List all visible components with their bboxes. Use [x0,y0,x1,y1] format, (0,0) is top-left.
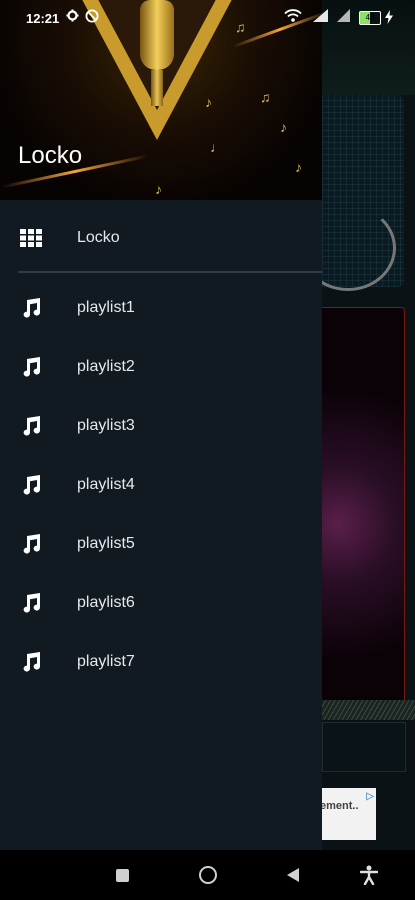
navigation-drawer: ♪ ♫ ♪ ♫ ♪ ♪ ♩ Locko Locko playlist1 play… [0,0,322,850]
accessibility-button[interactable] [358,864,380,886]
menu-item-locko[interactable]: Locko [0,208,322,267]
music-note-icon [20,356,42,378]
music-note-icon [20,297,42,319]
battery-level: 48 [365,13,375,22]
music-note-art: ♪ [155,181,162,197]
circle-icon [199,866,217,884]
back-triangle-icon [287,868,299,882]
music-note-icon [20,592,42,614]
music-note-icon [20,415,42,437]
background-box [322,722,406,772]
music-note-art: ♪ [295,159,302,175]
signal-icon [311,9,329,25]
menu-item-label: playlist3 [77,416,135,434]
menu-item-label: playlist1 [77,298,135,316]
menu-item-playlist6[interactable]: playlist6 [0,573,322,632]
charging-icon [385,10,393,27]
signal-icon [335,9,351,25]
drawer-divider [18,271,322,273]
music-note-icon [20,474,42,496]
recents-button[interactable] [111,864,133,886]
menu-item-playlist2[interactable]: playlist2 [0,337,322,396]
square-icon [115,868,129,882]
back-button[interactable] [282,864,304,886]
status-time: 12:21 [26,11,60,26]
menu-item-playlist7[interactable]: playlist7 [0,632,322,691]
music-note-art: ♪ [205,94,212,110]
drawer-title: Locko [18,142,83,169]
music-note-icon [20,533,42,555]
music-note-art: ♪ [280,119,287,135]
menu-item-label: playlist4 [77,475,135,493]
music-note-art: ♫ [260,89,271,105]
home-button[interactable] [197,864,219,886]
status-bar: 12:21 48 [0,0,415,36]
battery-icon: 48 [359,11,381,25]
accessibility-icon [360,865,378,885]
menu-item-label: Locko [77,228,120,246]
gear-icon [66,9,79,25]
grid-icon [20,227,42,249]
menu-item-label: playlist2 [77,357,135,375]
music-note-art: ♩ [210,139,224,155]
system-navigation-bar [0,850,415,900]
background-panel [322,307,405,702]
ad-choices-icon[interactable]: ▷ [362,792,374,802]
microphone-stem-art [151,70,163,106]
background-strip [322,700,415,720]
menu-item-playlist1[interactable]: playlist1 [0,278,322,337]
no-disturb-icon [85,9,99,26]
music-note-icon [20,651,42,673]
menu-item-label: playlist7 [77,652,135,670]
menu-item-playlist5[interactable]: playlist5 [0,514,322,573]
menu-item-label: playlist6 [77,593,135,611]
menu-item-playlist3[interactable]: playlist3 [0,396,322,455]
menu-item-label: playlist5 [77,534,135,552]
menu-item-playlist4[interactable]: playlist4 [0,455,322,514]
wifi-icon [284,9,302,25]
ad-text: ement.. [320,800,359,812]
ad-banner[interactable]: ement.. ▷ [316,788,376,840]
